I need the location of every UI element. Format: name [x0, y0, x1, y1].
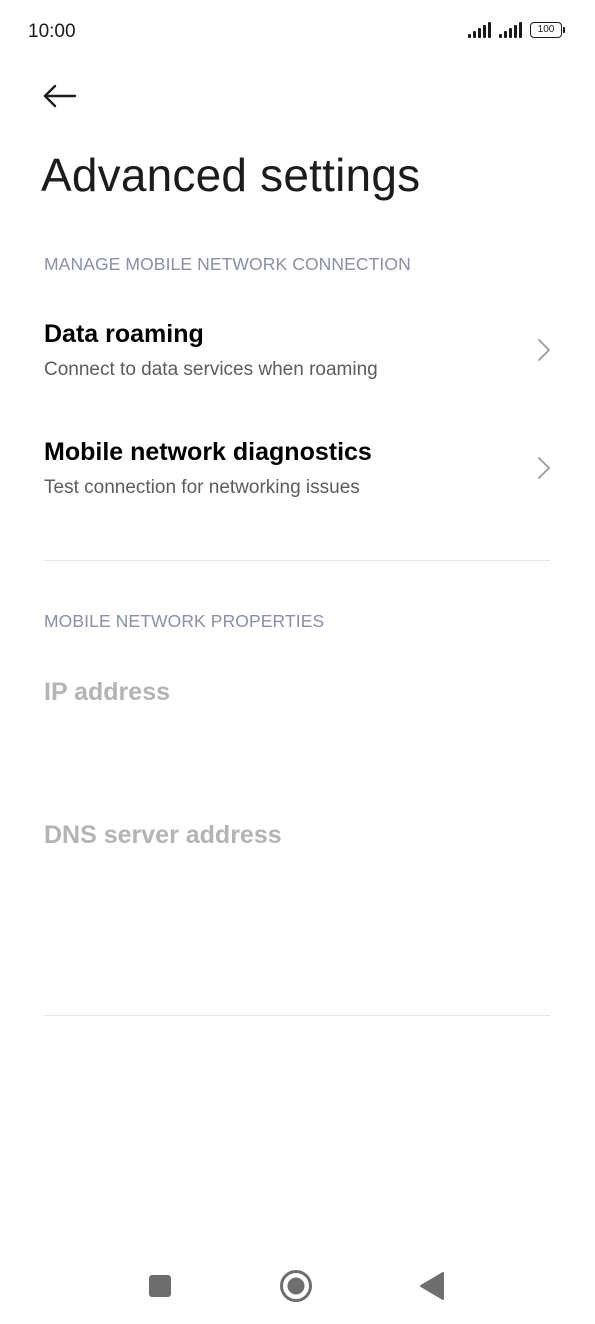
chevron-right-icon — [538, 457, 550, 479]
section-header-connection: MANAGE MOBILE NETWORK CONNECTION — [44, 254, 411, 274]
status-time: 10:00 — [28, 21, 76, 42]
signal-icon — [499, 22, 522, 38]
chevron-right-icon — [538, 339, 550, 361]
battery-level: 100 — [530, 22, 562, 38]
divider — [44, 1015, 550, 1016]
status-icons: 100 — [468, 22, 565, 38]
nav-back-button[interactable] — [408, 1264, 456, 1308]
back-button[interactable] — [34, 72, 86, 120]
item-subtitle: Connect to data services when roaming — [44, 359, 378, 380]
arrow-left-icon — [43, 84, 77, 108]
item-title: Mobile network diagnostics — [44, 438, 372, 466]
dns-server-address-item: DNS server address — [44, 821, 282, 849]
status-bar: 10:00 100 — [0, 0, 595, 64]
nav-recents-button[interactable] — [136, 1264, 184, 1308]
item-subtitle: Test connection for networking issues — [44, 477, 360, 498]
item-title: Data roaming — [44, 320, 204, 348]
section-header-properties: MOBILE NETWORK PROPERTIES — [44, 611, 325, 631]
triangle-left-icon — [420, 1272, 444, 1300]
ip-address-item: IP address — [44, 678, 171, 706]
divider — [44, 560, 550, 561]
network-diagnostics-item[interactable]: Mobile network diagnostics Test connecti… — [0, 436, 595, 520]
data-roaming-item[interactable]: Data roaming Connect to data services wh… — [0, 318, 595, 402]
battery-icon: 100 — [530, 22, 565, 38]
nav-home-button[interactable] — [272, 1264, 320, 1308]
square-icon — [149, 1275, 171, 1297]
circle-icon — [280, 1270, 312, 1302]
signal-icon — [468, 22, 491, 38]
navigation-bar — [0, 1250, 595, 1324]
page-title: Advanced settings — [41, 149, 421, 201]
